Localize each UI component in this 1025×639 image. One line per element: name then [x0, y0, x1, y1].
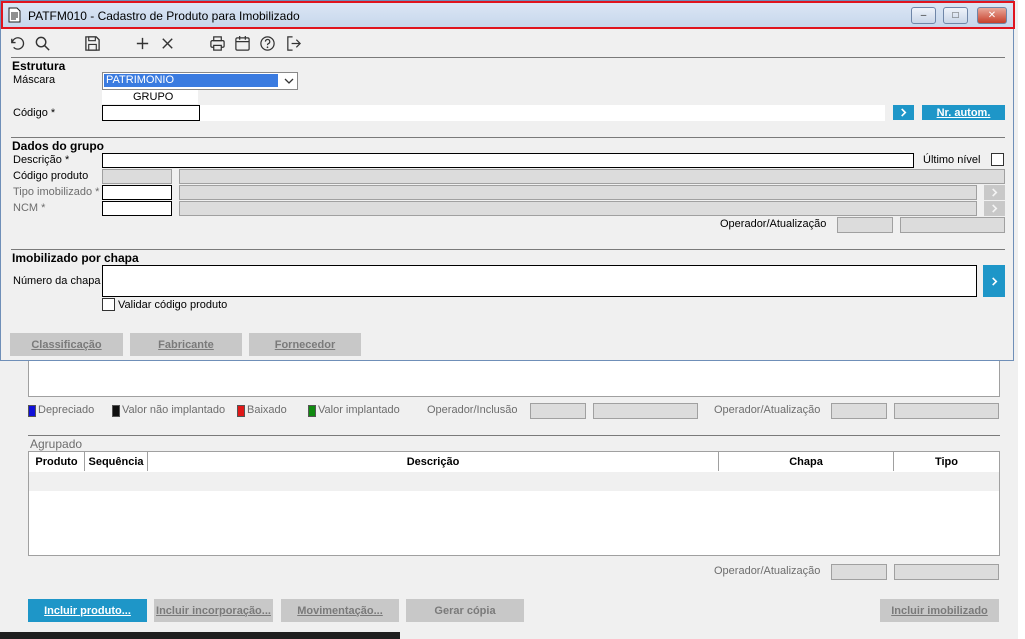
operador-atualizacao-user-top: [831, 403, 887, 419]
ncm-input[interactable]: [102, 201, 172, 216]
tipo-imobilizado-search-button[interactable]: [984, 185, 1005, 200]
chapa-section-title: Imobilizado por chapa: [12, 251, 139, 265]
chapa-divider: [11, 249, 1005, 250]
legend-implantado-swatch: [308, 405, 316, 417]
grid-header-descricao[interactable]: Descrição: [148, 452, 719, 471]
incluir-imobilizado-button[interactable]: Incluir imobilizado: [880, 599, 999, 622]
dialog-operador-atualizacao-label: Operador/Atualização: [720, 218, 827, 230]
descricao-label: Descrição *: [13, 154, 70, 166]
ultimo-nivel-checkbox[interactable]: [991, 153, 1004, 166]
grid-empty-row[interactable]: [29, 472, 999, 491]
agrupado-operador-user: [831, 564, 887, 580]
codigo-produto-label: Código produto: [13, 170, 89, 182]
agrupado-divider: [28, 435, 1000, 436]
right-edge-strip: [1018, 0, 1025, 639]
window-title: PATFM010 - Cadastro de Produto para Imob…: [28, 9, 300, 23]
operador-inclusao-date: [593, 403, 698, 419]
mascara-option-grupo[interactable]: GRUPO: [133, 91, 173, 103]
codigo-produto-field: [102, 169, 172, 184]
printer-icon[interactable]: [208, 34, 226, 52]
numero-chapa-search-button[interactable]: [983, 265, 1005, 297]
chevron-right-icon: [992, 188, 998, 197]
fabricante-button[interactable]: Fabricante: [130, 333, 242, 356]
legend-baixado-label: Baixado: [247, 404, 287, 416]
codigo-extension-field: [200, 105, 885, 121]
maximize-button[interactable]: □: [943, 7, 968, 24]
gerar-copia-button[interactable]: Gerar cópia: [406, 599, 524, 622]
ultimo-nivel-label: Último nível: [923, 154, 981, 166]
save-icon[interactable]: [83, 34, 101, 52]
legend-nao-implantado-label: Valor não implantado: [122, 404, 226, 416]
chevron-down-icon[interactable]: [284, 76, 294, 86]
chevron-right-icon: [991, 276, 997, 286]
cadastro-dialog: PATFM010 - Cadastro de Produto para Imob…: [0, 0, 1015, 361]
agrupado-section-title: Agrupado: [30, 437, 83, 451]
agrupado-operador-atualizacao-label: Operador/Atualização: [714, 565, 821, 577]
chevron-right-icon: [901, 108, 907, 117]
ncm-search-button[interactable]: [984, 201, 1005, 216]
mascara-select[interactable]: PATRIMONIO: [102, 72, 298, 90]
operador-inclusao-user: [530, 403, 586, 419]
mascara-dropdown-list: GRUPO: [102, 90, 198, 104]
codigo-produto-description: [179, 169, 1005, 184]
estrutura-divider: [11, 57, 1005, 58]
codigo-label: Código *: [13, 107, 56, 119]
nr-autom-button[interactable]: Nr. autom.: [922, 105, 1005, 120]
minimize-button[interactable]: –: [911, 7, 936, 24]
estrutura-section-title: Estrutura: [12, 59, 66, 73]
operador-inclusao-label: Operador/Inclusão: [427, 404, 518, 416]
close-icon[interactable]: [158, 34, 176, 52]
legend-depreciado-swatch: [28, 405, 36, 417]
tipo-imobilizado-label: Tipo imobilizado *: [13, 186, 100, 198]
legend-implantado-label: Valor implantado: [318, 404, 400, 416]
incluir-incorporacao-button[interactable]: Incluir incorporação...: [154, 599, 273, 622]
validar-codigo-checkbox[interactable]: [102, 298, 115, 311]
help-icon[interactable]: [258, 34, 276, 52]
ncm-label: NCM *: [13, 202, 46, 214]
chevron-right-icon: [992, 204, 998, 213]
exit-icon[interactable]: [284, 34, 302, 52]
legend-nao-implantado-swatch: [112, 405, 120, 417]
ncm-description: [179, 201, 977, 216]
dados-grupo-divider: [11, 137, 1005, 138]
dialog-operador-user: [837, 217, 893, 233]
grid-header-tipo[interactable]: Tipo: [894, 452, 999, 471]
grid-header-chapa[interactable]: Chapa: [719, 452, 894, 471]
agrupado-operador-date: [894, 564, 999, 580]
document-icon: [8, 7, 21, 23]
title-bar[interactable]: PATFM010 - Cadastro de Produto para Imob…: [1, 1, 1015, 29]
validar-codigo-label[interactable]: Validar código produto: [118, 299, 227, 311]
movimentacao-button[interactable]: Movimentação...: [281, 599, 399, 622]
codigo-input[interactable]: [102, 105, 200, 121]
tipo-imobilizado-input[interactable]: [102, 185, 172, 200]
incluir-produto-button[interactable]: Incluir produto...: [28, 599, 147, 622]
calendar-icon[interactable]: [233, 34, 251, 52]
grid-header-sequencia[interactable]: Sequência: [85, 452, 148, 471]
mascara-selected-value: PATRIMONIO: [104, 74, 278, 87]
numero-chapa-label: Número da chapa: [13, 275, 101, 287]
operador-atualizacao-label-top: Operador/Atualização: [714, 404, 821, 416]
codigo-search-button[interactable]: [893, 105, 914, 120]
numero-chapa-input[interactable]: [102, 265, 977, 297]
dados-grupo-section-title: Dados do grupo: [12, 139, 104, 153]
tipo-imobilizado-description: [179, 185, 977, 200]
grid-header-produto[interactable]: Produto: [29, 452, 85, 471]
close-button[interactable]: ✕: [977, 7, 1007, 24]
operador-atualizacao-date-top: [894, 403, 999, 419]
legend-depreciado-label: Depreciado: [38, 404, 95, 416]
mascara-label: Máscara: [13, 74, 56, 86]
legend-baixado-swatch: [237, 405, 245, 417]
classificacao-button[interactable]: Classificação: [10, 333, 123, 356]
undo-icon[interactable]: [7, 34, 25, 52]
descricao-input[interactable]: [102, 153, 914, 168]
search-icon[interactable]: [33, 34, 51, 52]
dialog-operador-date: [900, 217, 1005, 233]
taskbar-strip: [0, 632, 400, 639]
plus-icon[interactable]: [133, 34, 151, 52]
fornecedor-button[interactable]: Fornecedor: [249, 333, 361, 356]
background-list-area: [28, 361, 1000, 397]
